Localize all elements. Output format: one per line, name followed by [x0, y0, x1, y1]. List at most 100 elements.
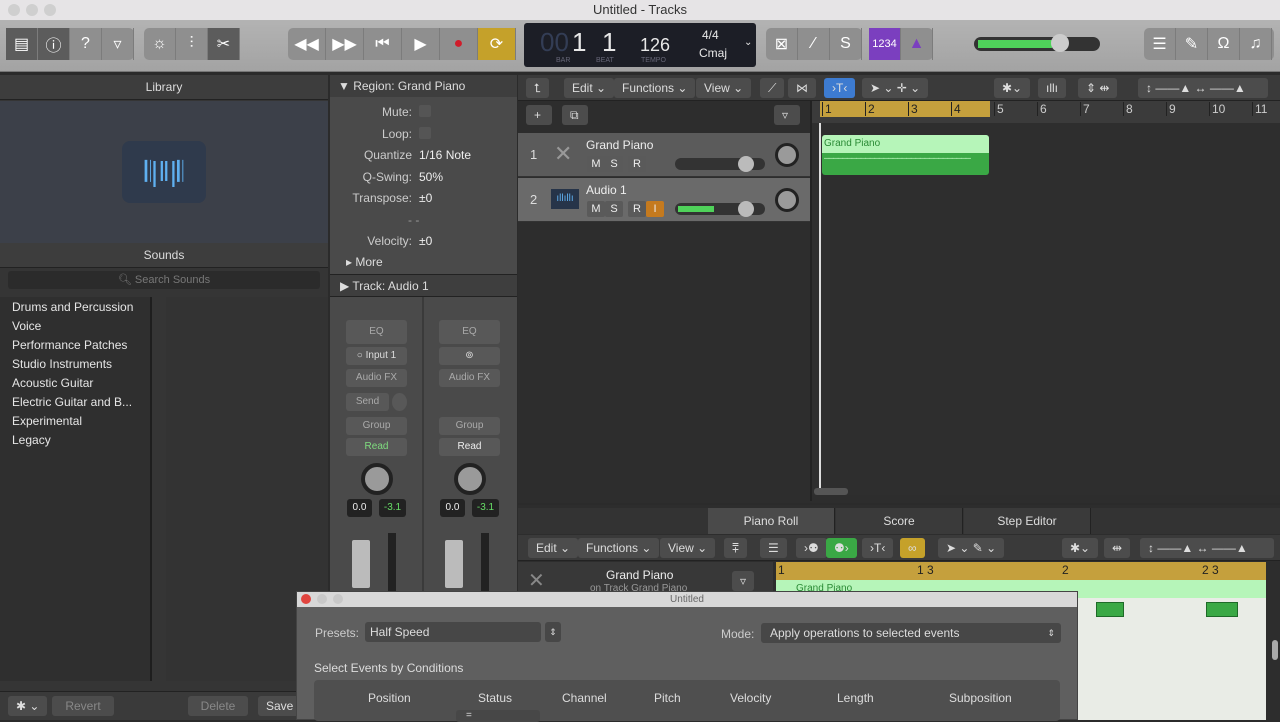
duplicate-track-icon[interactable]: ⧉: [562, 105, 588, 125]
edit-menu[interactable]: Edit ⌄: [528, 538, 579, 558]
track-volume-slider[interactable]: [675, 156, 765, 172]
mute-button[interactable]: M: [587, 156, 605, 172]
pointer-tool-icon[interactable]: ➤ ⌄ ✛ ⌄: [862, 78, 929, 98]
pan-knob[interactable]: [775, 188, 799, 212]
q-swing-value[interactable]: 50%: [419, 170, 443, 184]
velocity-value[interactable]: ±0: [419, 234, 432, 248]
close-dialog-button[interactable]: [301, 594, 311, 604]
view-menu[interactable]: View ⌄: [660, 538, 716, 558]
library-item[interactable]: Studio Instruments: [12, 357, 112, 371]
eq-button[interactable]: EQ: [346, 320, 407, 344]
minimize-window-button[interactable]: [26, 4, 38, 16]
edit-menu[interactable]: Edit ⌄: [564, 78, 615, 98]
volume-knob[interactable]: [737, 156, 754, 172]
midi-out-icon[interactable]: ⚉›: [826, 538, 857, 558]
play-icon[interactable]: ▶: [402, 28, 440, 60]
go-to-start-icon[interactable]: ⏮: [364, 28, 402, 60]
quantize-value[interactable]: 1/16 Note: [419, 148, 471, 162]
catch-playhead-icon[interactable]: ›T‹: [824, 78, 856, 98]
cycle-range[interactable]: [820, 101, 990, 117]
note-pad-icon[interactable]: ✎: [1176, 28, 1208, 60]
horizontal-scrollbar[interactable]: [814, 488, 848, 495]
revert-button[interactable]: Revert: [52, 696, 114, 716]
zoom-window-button[interactable]: [44, 4, 56, 16]
master-volume-slider[interactable]: [974, 34, 1100, 52]
library-item[interactable]: Legacy: [12, 433, 51, 447]
functions-menu[interactable]: Functions ⌄: [578, 538, 660, 558]
master-volume-knob[interactable]: [1051, 34, 1069, 52]
status-condition-dropdown[interactable]: =: [456, 710, 540, 722]
record-enable-button[interactable]: R: [628, 201, 646, 217]
library-item[interactable]: Drums and Percussion: [12, 300, 133, 314]
quick-help-icon[interactable]: ?: [70, 28, 102, 60]
audio-fx-button[interactable]: Audio FX: [346, 369, 407, 387]
cycle-icon[interactable]: ⟳: [478, 28, 516, 60]
add-track-button[interactable]: +: [526, 105, 552, 125]
solo-button[interactable]: S: [605, 156, 623, 172]
solo-button[interactable]: S: [605, 201, 623, 217]
midi-in-icon[interactable]: ›⚉: [796, 538, 827, 558]
loop-checkbox[interactable]: [419, 127, 431, 139]
solo-icon[interactable]: S: [830, 28, 862, 60]
send-button[interactable]: Send: [346, 393, 389, 411]
smart-controls-icon[interactable]: ☼: [144, 28, 176, 60]
track-row[interactable]: 1 ✕ Grand Piano M S R: [518, 133, 810, 177]
waveform-zoom-icon[interactable]: ıllı: [1038, 78, 1066, 98]
lcd-dropdown-icon[interactable]: ⌄: [744, 37, 752, 48]
delete-button[interactable]: Delete: [188, 696, 248, 716]
inspector-icon[interactable]: ⓘ: [38, 28, 70, 60]
metronome-icon[interactable]: ▲: [901, 28, 933, 60]
fine-tune-value[interactable]: - -: [408, 213, 419, 227]
fast-forward-icon[interactable]: ▶▶: [326, 28, 364, 60]
region-menu-icon[interactable]: ▿: [732, 571, 754, 591]
record-enable-button[interactable]: R: [628, 156, 646, 172]
view-menu[interactable]: View ⌄: [696, 78, 752, 98]
record-icon[interactable]: ●: [440, 28, 478, 60]
presets-dropdown[interactable]: Half Speed: [365, 622, 541, 642]
lcd-display[interactable]: 00 1 1 BAR BEAT 126 TEMPO 4/4 Cmaj ⌄: [524, 23, 756, 67]
pointer-tool-icon[interactable]: ➤ ⌄ ✎ ⌄: [938, 538, 1005, 558]
presets-stepper[interactable]: ⇕: [545, 622, 561, 642]
pan-knob[interactable]: [454, 463, 486, 495]
midi-region[interactable]: Grand Piano ‒‒‒‒‒‒‒‒‒‒‒‒‒‒‒‒‒‒‒‒‒‒‒‒‒‒‒‒…: [822, 135, 989, 175]
global-tracks-icon[interactable]: ▿: [774, 105, 800, 125]
library-item[interactable]: Performance Patches: [12, 338, 127, 352]
editor-ruler[interactable]: 1 1 3 2 2 3: [776, 562, 1266, 580]
replace-icon[interactable]: ⊠: [766, 28, 798, 60]
library-item[interactable]: Electric Guitar and B...: [12, 395, 132, 409]
track-row[interactable]: 2 ıllıllı Audio 1 M S R I: [518, 178, 810, 222]
stereo-link-icon[interactable]: ⊚: [439, 347, 500, 365]
automation-icon[interactable]: ⟋: [760, 78, 785, 98]
rewind-icon[interactable]: ◀◀: [288, 28, 326, 60]
volume-fader[interactable]: [352, 540, 370, 588]
list-editors-icon[interactable]: ☰: [1144, 28, 1176, 60]
zoom-sliders[interactable]: ↕ ——▲ ↔ ——▲: [1140, 538, 1274, 558]
minimize-dialog-button[interactable]: [317, 594, 327, 604]
library-settings-icon[interactable]: ✱ ⌄: [8, 696, 48, 716]
fit-icon[interactable]: ⇕ ⇹: [1078, 78, 1118, 98]
volume-knob[interactable]: [737, 201, 754, 217]
loop-browser-icon[interactable]: Ω: [1208, 28, 1240, 60]
search-sounds-input[interactable]: 🔍︎ Search Sounds: [8, 271, 320, 289]
transpose-value[interactable]: ±0: [419, 191, 432, 205]
tab-piano-roll[interactable]: Piano Roll: [708, 508, 835, 534]
settings-gear-icon[interactable]: ✱⌄: [994, 78, 1031, 98]
ruler[interactable]: 1 2 3 4 5 6 7 8 9 10 11: [812, 101, 1280, 123]
track-name[interactable]: Grand Piano: [586, 138, 653, 152]
mixer-icon[interactable]: ⫶: [176, 28, 208, 60]
pan-knob[interactable]: [361, 463, 393, 495]
browsers-icon[interactable]: ♫: [1240, 28, 1272, 60]
note-list-icon[interactable]: ☰: [760, 538, 787, 558]
fit-icon[interactable]: ⇹: [1104, 538, 1131, 558]
automation-mode-button[interactable]: Read: [346, 438, 407, 456]
tab-score[interactable]: Score: [836, 508, 963, 534]
arrange-area[interactable]: Grand Piano ‒‒‒‒‒‒‒‒‒‒‒‒‒‒‒‒‒‒‒‒‒‒‒‒‒‒‒‒…: [812, 123, 1280, 495]
automation-mode-button[interactable]: Read: [439, 438, 500, 456]
functions-menu[interactable]: Functions ⌄: [614, 78, 696, 98]
mute-button[interactable]: M: [587, 201, 605, 217]
library-item[interactable]: Acoustic Guitar: [12, 376, 93, 390]
zoom-sliders[interactable]: ↕ ——▲ ↔ ——▲: [1138, 78, 1268, 98]
close-window-button[interactable]: [8, 4, 20, 16]
count-in-button[interactable]: 1234: [869, 28, 901, 60]
settings-gear-icon[interactable]: ✱⌄: [1062, 538, 1099, 558]
